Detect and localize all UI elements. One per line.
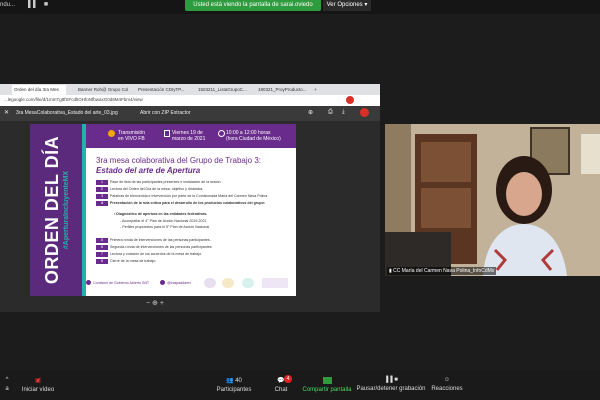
live-icon <box>108 130 115 137</box>
participant-name-label: ▮ CC María del Carmen Nava Polina_InfoCd… <box>387 267 497 275</box>
agenda-item: 5 Primera ronda de intervenciones de las … <box>96 238 211 243</box>
view-options-button[interactable]: Ver Opciones ▾ <box>323 0 371 11</box>
chat-unread-badge: 4 <box>284 375 292 383</box>
url-text[interactable]: ...legoogle.com/file/d/1mmTg8fSFcdlIOHfo… <box>4 97 143 102</box>
add-icon[interactable]: ⊕ <box>308 109 313 116</box>
stop-icon[interactable]: ■ <box>44 1 48 8</box>
agenda-subitem: • Diagnóstico de apertura en las entidad… <box>114 212 208 216</box>
calendar-icon <box>164 130 170 137</box>
institution-logo <box>262 278 288 288</box>
footer-handle: @inaipaddamx <box>167 281 192 285</box>
mini-window-controls[interactable]: ▌▌ ■ <box>28 1 48 8</box>
chevron-up-icon[interactable]: ^ <box>0 377 14 383</box>
agenda-item: 3 Palabras de bienvenida e intervención p… <box>96 194 268 199</box>
pause-icon[interactable]: ▌▌ <box>28 1 38 8</box>
file-name: 3ra MesaColaborativa_Estado del arte_03.… <box>16 110 118 116</box>
image-zoom-controls[interactable]: − ⊕ + <box>146 299 164 307</box>
open-with-button[interactable]: Abrir con ZIP Extractor <box>140 110 190 116</box>
pause-stop-recording-button[interactable]: ▐▐ ■ Pausar/detener grabación <box>355 377 427 392</box>
user-avatar-icon[interactable] <box>360 108 369 117</box>
agenda-subitem: - Acompañar el 4° Plan de Acción Naciona… <box>120 219 207 223</box>
browser-tab[interactable]: 190321_ProyProducto... <box>256 85 308 95</box>
close-icon[interactable]: ✕ <box>4 109 9 116</box>
agenda-item: 4 Presentación de la ruta crítica para el… <box>96 201 265 206</box>
pause-record-icon: ▐▐ ■ <box>384 377 398 383</box>
partner-logo <box>242 278 254 288</box>
profile-avatar-icon[interactable] <box>346 96 354 104</box>
browser-tab[interactable]: Banner Roh@ Grupo Col... <box>76 85 128 95</box>
speaker-video-scene <box>385 124 600 276</box>
clock-icon <box>218 130 225 137</box>
agenda-subitem: - Perfiles propuestos para el 5° Plan de… <box>120 225 210 229</box>
agenda-item: 2 Lectura del Orden del Día de la mesa, o… <box>96 187 203 192</box>
browser-tab[interactable]: Presentación CDIyTP... <box>136 85 188 95</box>
slide-accent-strip <box>82 124 86 296</box>
print-icon[interactable]: ⎙ <box>328 109 333 116</box>
start-video-button[interactable]: ▣̸ Iniciar vídeo <box>18 377 58 393</box>
footer-bullet-icon <box>86 280 91 285</box>
speaker-video <box>385 124 600 276</box>
agenda-item: 1 Pase de lista de las participantes pres… <box>96 180 221 185</box>
browser-tab[interactable]: Orden del día 3ra Mes <box>12 85 66 95</box>
slide-vertical-title: ORDEN DEL DÍA #AperturaIncluyenteMX <box>30 124 82 296</box>
reactions-button[interactable]: ☺ Reacciones <box>430 377 464 392</box>
event-time: 10:00 a 12:00 horas (hora Ciudad de Méxic… <box>226 130 281 142</box>
participants-icon: 👥 40 <box>226 378 242 384</box>
mini-window-title: ndu... <box>0 2 16 8</box>
agenda-item: 7 Lectura y votación de los acuerdos de l… <box>96 252 202 257</box>
slide-subtitle: Estado del arte de Apertura <box>96 166 201 175</box>
browser-tab[interactable]: 1503211_ListaGrupoC... <box>196 85 248 95</box>
participants-button[interactable]: 👥 40 Participantes <box>210 377 258 393</box>
footer-social-icon <box>160 280 165 285</box>
event-date: Viernes 19 de marzo de 2021 <box>172 130 206 142</box>
muted-mic-icon: ▮ <box>389 268 392 274</box>
screen-share-banner: Usted está viendo la pantalla de sarai.o… <box>185 0 321 11</box>
share-screen-icon <box>322 377 332 384</box>
partner-logo <box>204 278 216 288</box>
orden-del-dia-title: ORDEN DEL DÍA <box>42 135 62 285</box>
browser-tab-bar: Orden del día 3ra Mes Banner Roh@ Grupo … <box>0 84 380 95</box>
hashtag-text: #AperturaIncluyenteMX <box>63 170 70 250</box>
audio-button[interactable]: ^ a <box>0 377 14 392</box>
partner-logo <box>222 278 234 288</box>
reactions-icon: ☺ <box>443 377 451 383</box>
slide-title: 3ra mesa colaborativa del Grupo de Traba… <box>96 156 261 165</box>
transmission-info: Transmisión en VIVO FB <box>118 130 146 142</box>
agenda-item: 6 Segunda ronda de intervenciones de las … <box>96 245 213 250</box>
footer-commission: Comisión de Gobierno Abierto SNT <box>93 281 150 285</box>
download-icon[interactable]: ⤓ <box>342 109 345 116</box>
agenda-item: 8 Cierre de la mesa de trabajo. <box>96 259 156 264</box>
new-tab-icon[interactable]: + <box>312 85 322 95</box>
participant-count: 40 <box>235 378 242 384</box>
video-off-icon: ▣̸ <box>35 378 41 384</box>
share-screen-button[interactable]: Compartir pantalla <box>300 377 354 393</box>
